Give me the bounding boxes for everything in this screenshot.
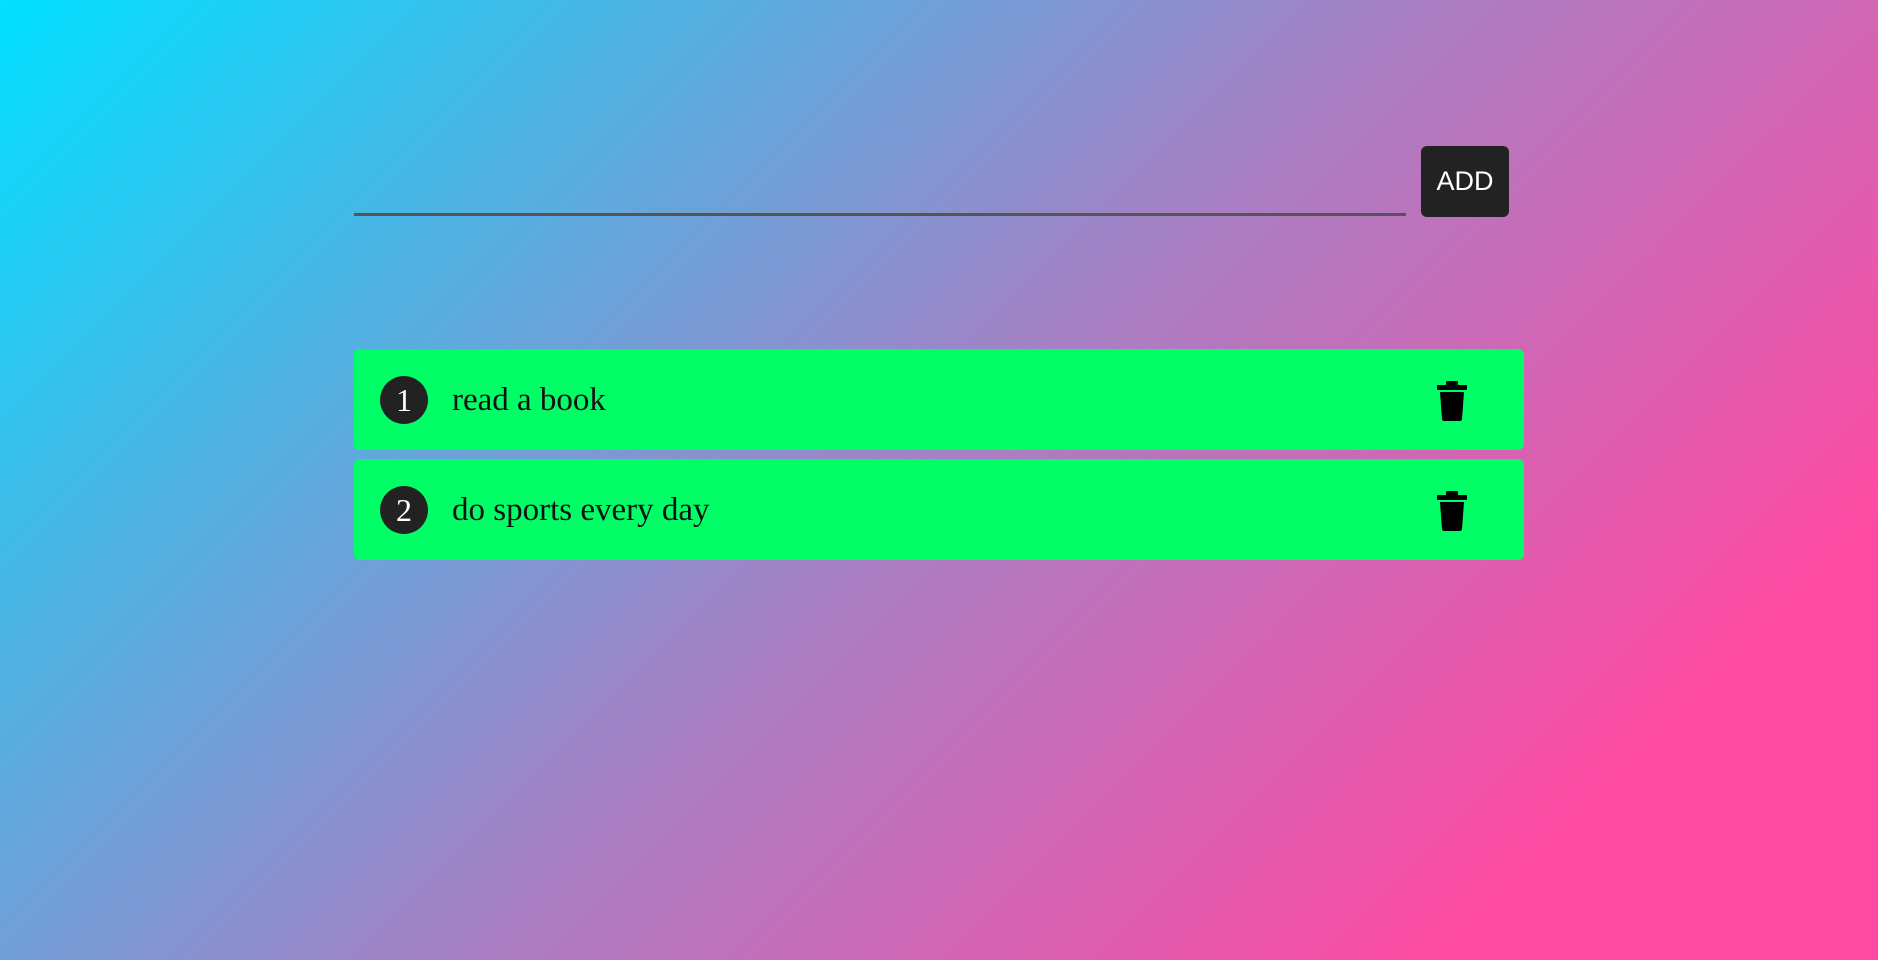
list-item: 2 do sports every day xyxy=(354,459,1524,560)
delete-button[interactable] xyxy=(1434,381,1470,421)
item-number-badge: 2 xyxy=(380,486,428,534)
list-item: 1 read a book xyxy=(354,349,1524,450)
trash-icon xyxy=(1437,381,1467,421)
delete-button[interactable] xyxy=(1434,491,1470,531)
item-number-badge: 1 xyxy=(380,376,428,424)
trash-icon xyxy=(1437,491,1467,531)
add-button[interactable]: ADD xyxy=(1421,146,1509,217)
item-text: read a book xyxy=(452,382,606,418)
todo-input[interactable] xyxy=(354,146,1406,216)
todo-list: 1 read a book 2 do sports every day xyxy=(354,349,1524,569)
add-todo-form: ADD xyxy=(354,146,1510,218)
item-text: do sports every day xyxy=(452,492,710,528)
